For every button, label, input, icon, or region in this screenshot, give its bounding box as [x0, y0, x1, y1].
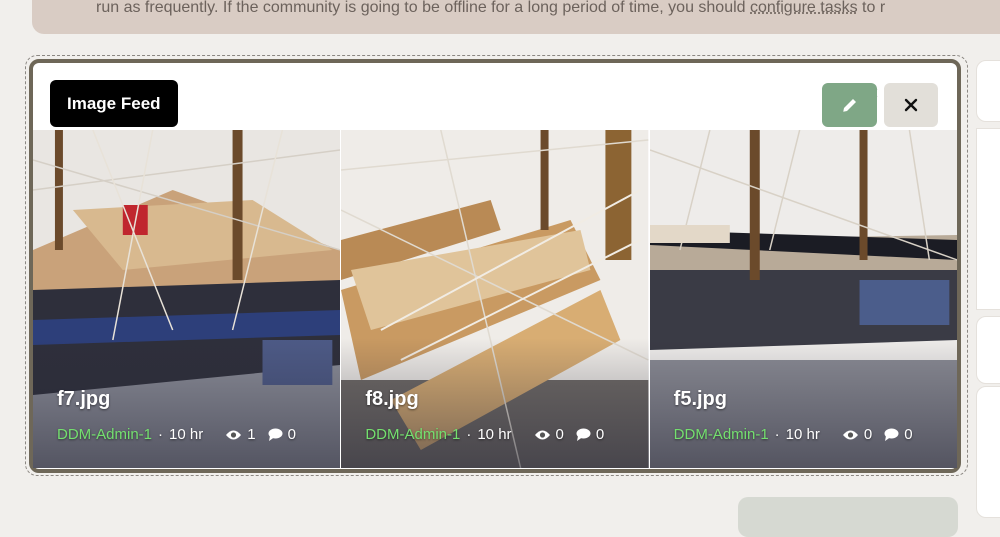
- separator-dot: ·: [466, 426, 472, 443]
- author-link[interactable]: DDM-Admin-1: [674, 426, 769, 443]
- image-meta: DDM-Admin-1 · 10 hr 1 0: [57, 426, 296, 443]
- views-value: 0: [863, 426, 873, 443]
- eye-icon: [534, 430, 550, 439]
- comments-value: 0: [287, 426, 296, 443]
- image-filename[interactable]: f8.jpg: [365, 388, 418, 411]
- image-tile[interactable]: f8.jpg DDM-Admin-1 · 10 hr 0 0: [341, 130, 649, 468]
- edit-widget-button[interactable]: [822, 83, 877, 127]
- separator-dot: ·: [158, 426, 164, 443]
- author-link[interactable]: DDM-Admin-1: [365, 426, 460, 443]
- comments-value: 0: [595, 426, 605, 443]
- side-panel: [976, 386, 1000, 518]
- side-panel: [976, 128, 1000, 310]
- comment-icon: [884, 428, 899, 441]
- image-meta: DDM-Admin-1 · 10 hr 0 0: [365, 426, 604, 443]
- comments-count: 0: [576, 426, 604, 443]
- image-filename[interactable]: f7.jpg: [57, 388, 110, 411]
- widget-title: Image Feed: [50, 80, 178, 127]
- author-link[interactable]: DDM-Admin-1: [57, 426, 152, 443]
- image-tile[interactable]: f7.jpg DDM-Admin-1 · 10 hr 1 0: [33, 130, 341, 468]
- posted-time: 10 hr: [785, 426, 820, 443]
- community-offline-notice: run as frequently. If the community is g…: [32, 0, 1000, 34]
- image-tiles: f7.jpg DDM-Admin-1 · 10 hr 1 0 f8.jpg DD…: [33, 130, 957, 468]
- views-count: 0: [842, 426, 872, 443]
- comment-icon: [268, 428, 283, 441]
- configure-tasks-link[interactable]: configure tasks: [750, 0, 858, 16]
- pencil-icon: [842, 97, 857, 112]
- posted-time: 10 hr: [477, 426, 512, 443]
- bottom-action-button[interactable]: [738, 497, 958, 537]
- separator-dot: ·: [774, 426, 780, 443]
- side-panel: [976, 60, 1000, 122]
- comment-icon: [576, 428, 591, 441]
- views-value: 1: [247, 426, 256, 443]
- image-tile[interactable]: f5.jpg DDM-Admin-1 · 10 hr 0 0: [649, 130, 957, 468]
- views-count: 0: [534, 426, 564, 443]
- close-icon: [904, 98, 918, 112]
- views-count: 1: [225, 426, 256, 443]
- eye-icon: [226, 430, 242, 439]
- comments-value: 0: [904, 426, 913, 443]
- close-widget-button[interactable]: [884, 83, 938, 127]
- comments-count: 0: [884, 426, 913, 443]
- side-panel: [976, 316, 1000, 384]
- views-value: 0: [555, 426, 564, 443]
- comments-count: 0: [268, 426, 296, 443]
- image-filename[interactable]: f5.jpg: [674, 388, 727, 411]
- image-meta: DDM-Admin-1 · 10 hr 0 0: [674, 426, 913, 443]
- notice-text-end: to r: [857, 0, 886, 16]
- posted-time: 10 hr: [169, 426, 204, 443]
- notice-text: run as frequently. If the community is g…: [96, 0, 750, 16]
- eye-icon: [842, 430, 858, 439]
